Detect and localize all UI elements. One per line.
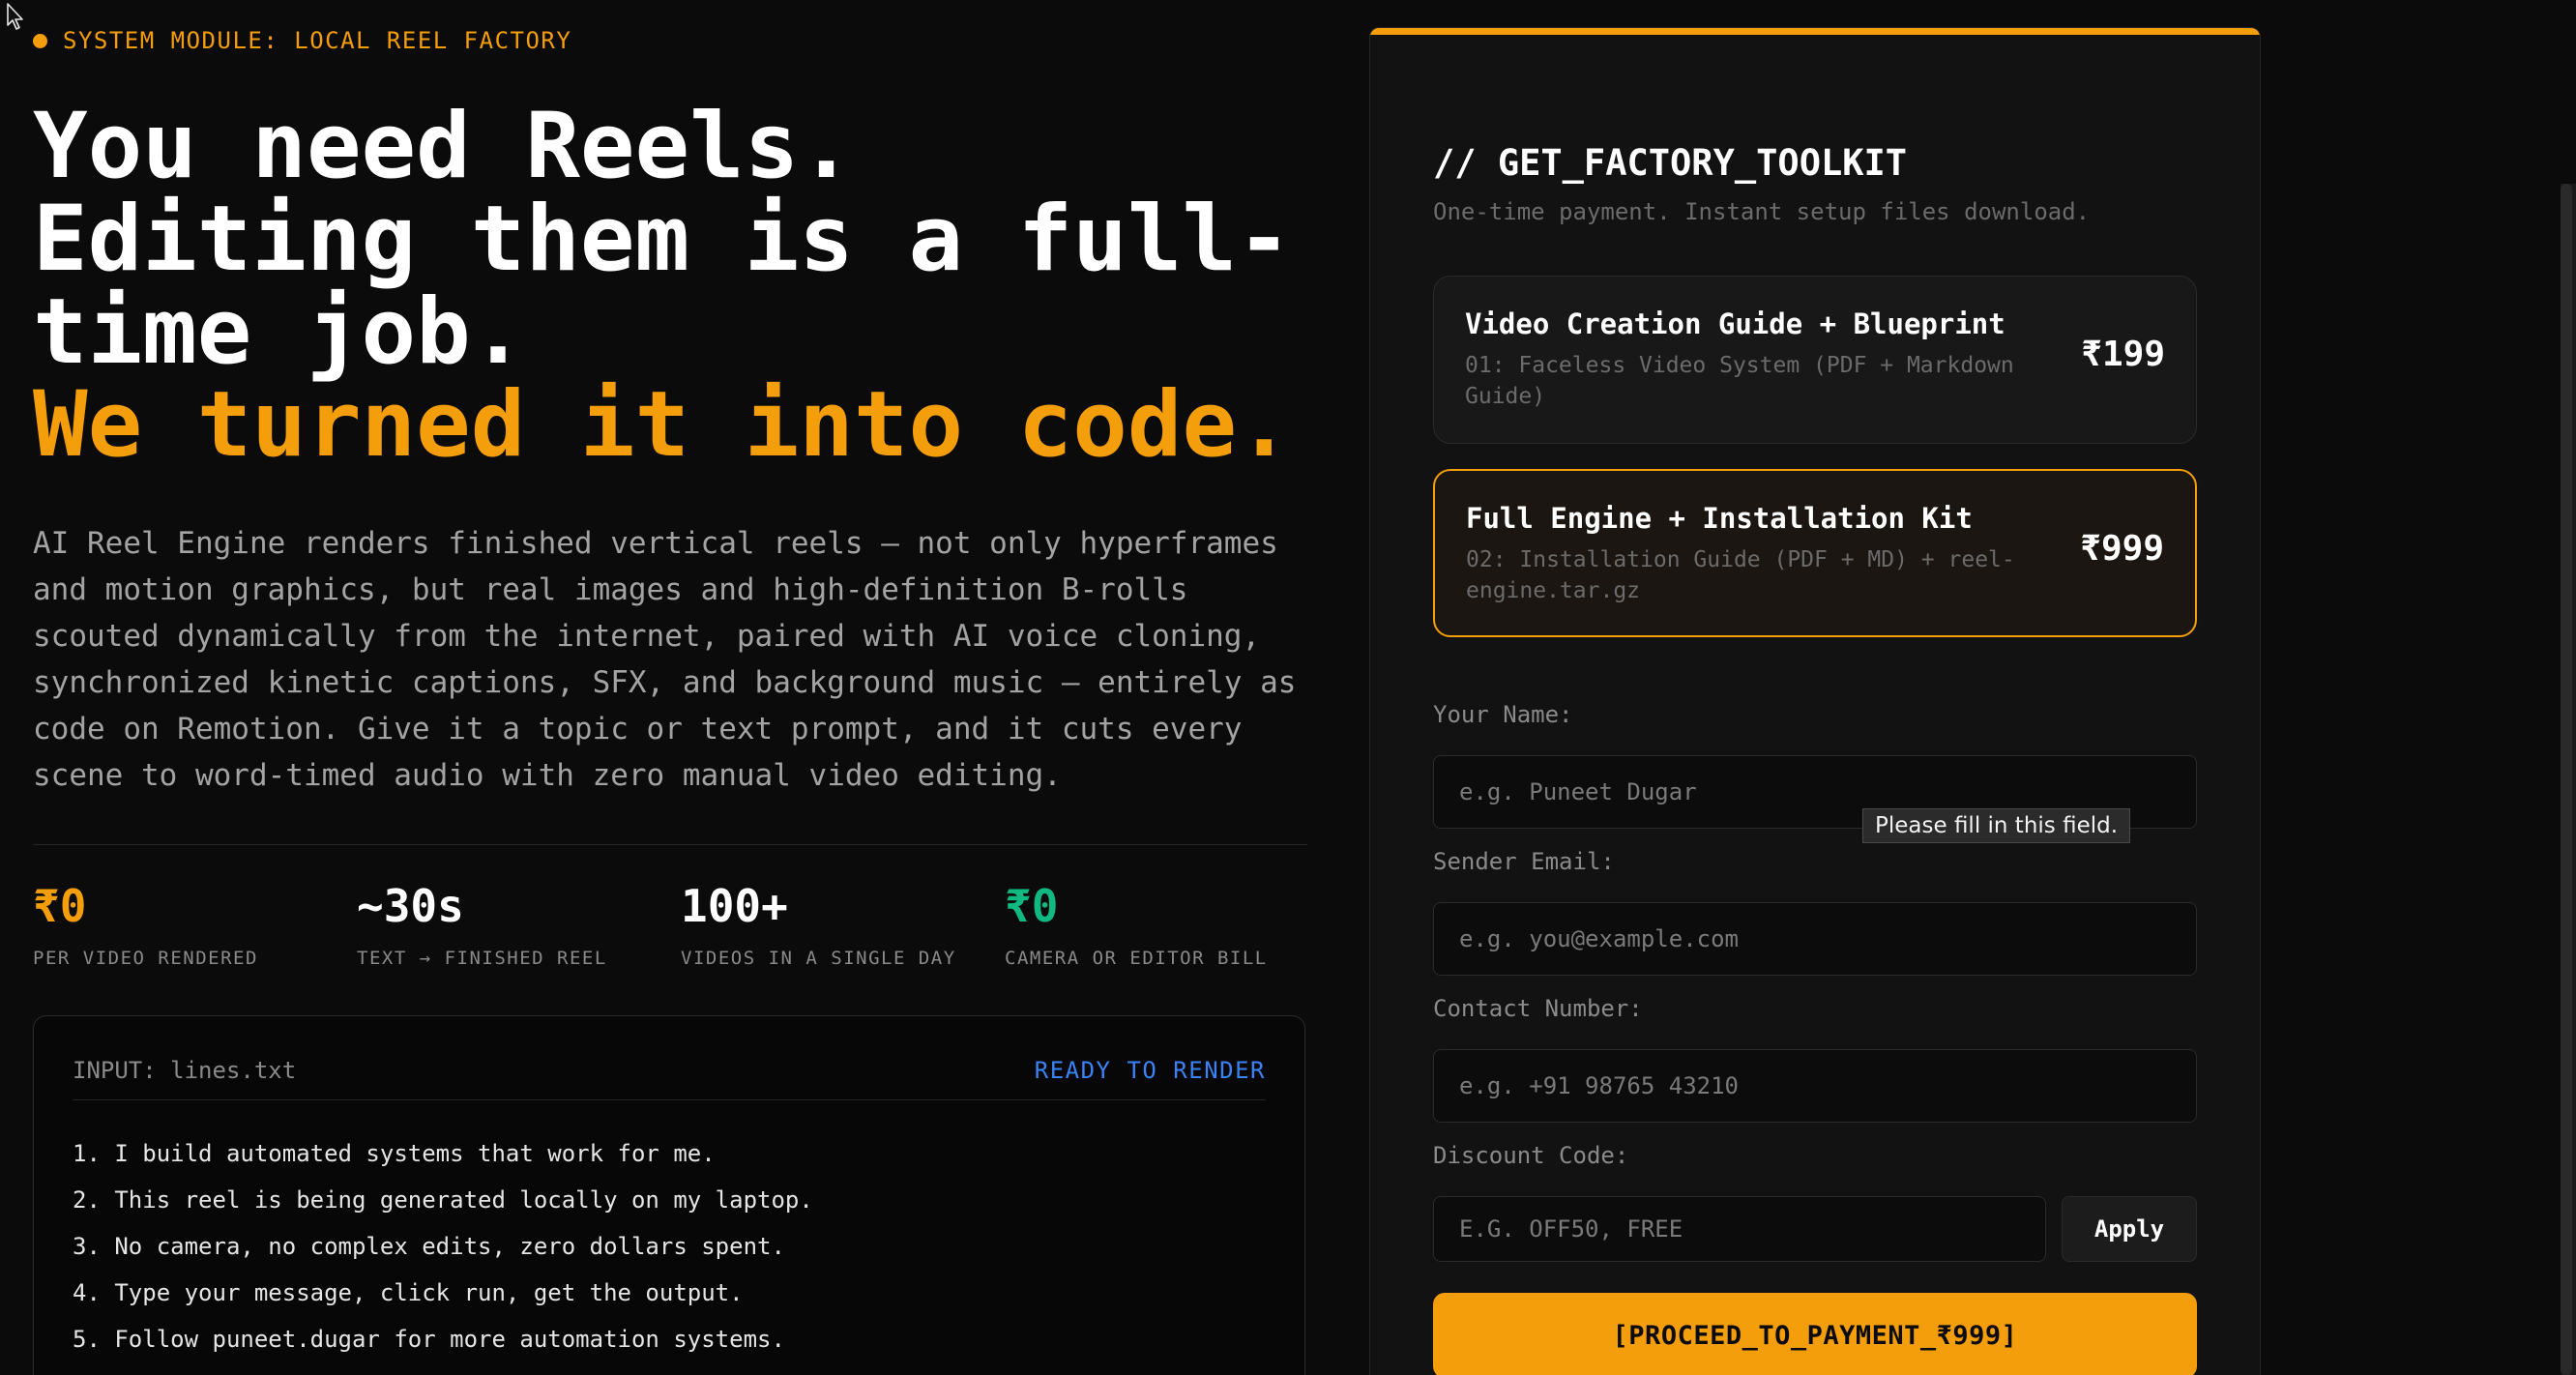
hero-headline: You need Reels. Editing them is a full- … bbox=[33, 101, 1319, 472]
stat-cost-per-video: ₹0 PER VIDEO RENDERED bbox=[33, 878, 357, 969]
plan-option-full-engine[interactable]: Full Engine + Installation Kit 02: Insta… bbox=[1433, 469, 2197, 637]
list-item: 5. Follow puneet.dugar for more automati… bbox=[73, 1326, 785, 1353]
status-dot-icon bbox=[33, 33, 47, 48]
headline-line-1: You need Reels. bbox=[33, 94, 854, 199]
name-label: Your Name: bbox=[1433, 701, 1573, 728]
stat-label: PER VIDEO RENDERED bbox=[33, 948, 258, 969]
plan-description: 02: Installation Guide (PDF + MD) + reel… bbox=[1466, 547, 2015, 603]
checkout-title: // GET_FACTORY_TOOLKIT bbox=[1433, 142, 1908, 184]
checkout-panel: // GET_FACTORY_TOOLKIT One-time payment.… bbox=[1369, 27, 2261, 1375]
list-item: 4. Type your message, click run, get the… bbox=[73, 1279, 744, 1306]
stat-value: ₹0 bbox=[1005, 880, 1059, 932]
plan-name: Full Engine + Installation Kit bbox=[1466, 502, 1973, 535]
render-status-badge: READY TO RENDER bbox=[1034, 1057, 1266, 1084]
stat-render-time: ~30s TEXT → FINISHED REEL bbox=[357, 878, 681, 969]
stat-label: VIDEOS IN A SINGLE DAY bbox=[681, 948, 956, 969]
validation-tooltip: Please fill in this field. bbox=[1862, 808, 2131, 843]
script-lines: 1. I build automated systems that work f… bbox=[73, 1130, 1266, 1362]
stat-value: 100+ bbox=[681, 880, 788, 932]
proceed-to-payment-button[interactable]: [PROCEED_TO_PAYMENT_₹999] bbox=[1433, 1293, 2197, 1375]
plan-option-guide[interactable]: Video Creation Guide + Blueprint 01: Fac… bbox=[1433, 276, 2197, 444]
phone-label: Contact Number: bbox=[1433, 995, 1643, 1022]
stats-row: ₹0 PER VIDEO RENDERED ~30s TEXT → FINISH… bbox=[33, 878, 1329, 969]
discount-label: Discount Code: bbox=[1433, 1142, 1629, 1169]
stat-videos-per-day: 100+ VIDEOS IN A SINGLE DAY bbox=[681, 878, 1005, 969]
input-terminal: INPUT: lines.txt READY TO RENDER 1. I bu… bbox=[33, 1015, 1305, 1375]
divider bbox=[33, 844, 1307, 845]
plan-price: ₹999 bbox=[2080, 529, 2164, 569]
module-tag: SYSTEM MODULE: LOCAL REEL FACTORY bbox=[33, 27, 571, 54]
plan-price: ₹199 bbox=[2081, 335, 2165, 374]
stat-camera-bill: ₹0 CAMERA OR EDITOR BILL bbox=[1005, 878, 1329, 969]
terminal-header: INPUT: lines.txt READY TO RENDER bbox=[73, 1057, 1266, 1100]
mouse-cursor-icon bbox=[7, 3, 23, 30]
plan-description: 01: Faceless Video System (PDF + Markdow… bbox=[1465, 353, 2014, 409]
email-label: Sender Email: bbox=[1433, 848, 1615, 875]
stat-label: CAMERA OR EDITOR BILL bbox=[1005, 948, 1268, 969]
list-item: 3. No camera, no complex edits, zero dol… bbox=[73, 1233, 785, 1260]
email-input[interactable] bbox=[1433, 902, 2197, 976]
hero-description: AI Reel Engine renders finished vertical… bbox=[33, 526, 1297, 793]
list-item: 1. I build automated systems that work f… bbox=[73, 1140, 716, 1167]
apply-discount-button[interactable]: Apply bbox=[2062, 1196, 2197, 1262]
page: SYSTEM MODULE: LOCAL REEL FACTORY You ne… bbox=[0, 0, 2576, 1375]
terminal-input-label: INPUT: lines.txt bbox=[73, 1057, 297, 1084]
scrollbar-thumb[interactable] bbox=[2561, 184, 2572, 1375]
stat-value: ~30s bbox=[357, 880, 464, 932]
module-tag-text: SYSTEM MODULE: LOCAL REEL FACTORY bbox=[63, 27, 572, 54]
stat-value: ₹0 bbox=[33, 880, 87, 932]
headline-accent: We turned it into code. bbox=[33, 372, 1292, 478]
discount-code-input[interactable] bbox=[1433, 1196, 2046, 1262]
headline-line-3: time job. bbox=[33, 279, 526, 385]
panel-accent-bar bbox=[1370, 28, 2260, 35]
headline-line-2: Editing them is a full- bbox=[33, 187, 1292, 292]
page-scrollbar[interactable] bbox=[2561, 184, 2576, 1375]
stat-label: TEXT → FINISHED REEL bbox=[357, 948, 607, 969]
plan-name: Video Creation Guide + Blueprint bbox=[1465, 307, 2005, 340]
phone-input[interactable] bbox=[1433, 1049, 2197, 1123]
checkout-subtitle: One-time payment. Instant setup files do… bbox=[1433, 198, 2091, 225]
list-item: 2. This reel is being generated locally … bbox=[73, 1186, 813, 1214]
